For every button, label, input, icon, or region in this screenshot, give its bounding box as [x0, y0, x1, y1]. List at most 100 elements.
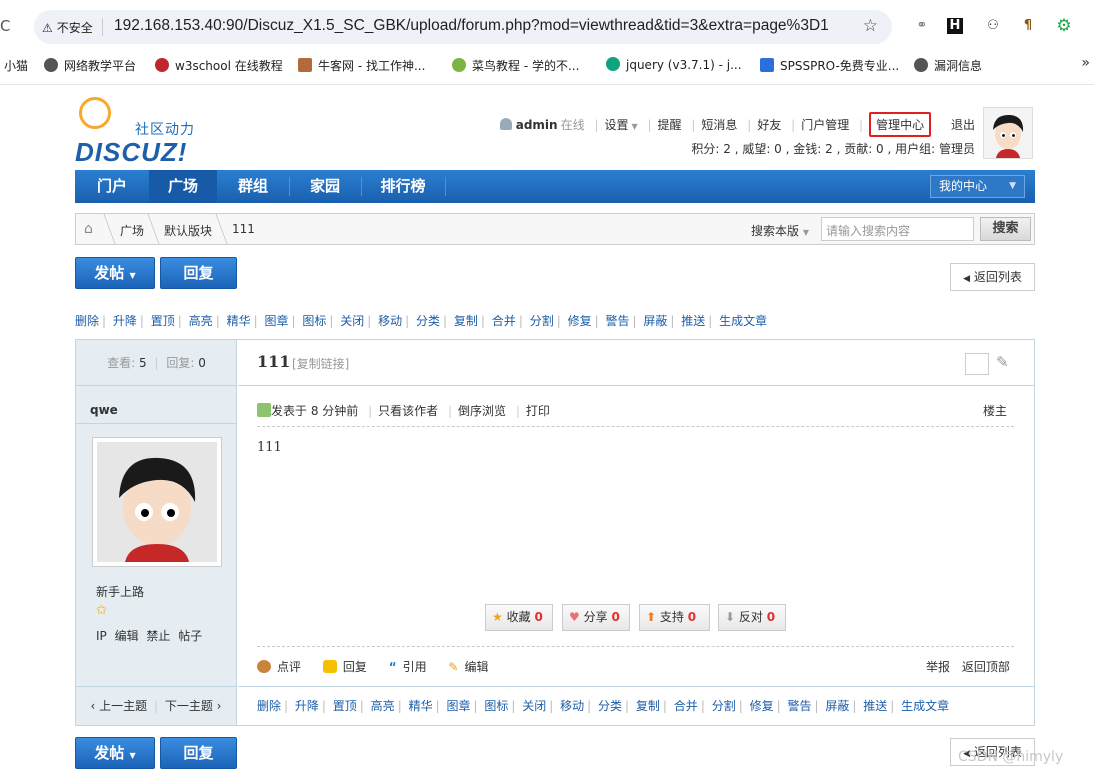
- mod-split[interactable]: 分割: [712, 699, 736, 713]
- only-author-link[interactable]: 只看该作者: [378, 404, 438, 418]
- insecure-indicator[interactable]: ⚠ 不安全: [42, 19, 93, 36]
- support-button[interactable]: ⬆ 支持 0: [639, 604, 710, 631]
- print-link[interactable]: 打印: [526, 404, 550, 418]
- search-input[interactable]: 请输入搜索内容: [821, 217, 974, 241]
- nav-square[interactable]: 广场: [149, 170, 217, 203]
- mod-stamp[interactable]: 图章: [446, 699, 470, 713]
- mod-move[interactable]: 移动: [560, 699, 584, 713]
- mod-category[interactable]: 分类: [416, 314, 440, 328]
- extension-icon[interactable]: ⚭: [912, 16, 932, 36]
- bookmark-item[interactable]: w3school 在线教程: [155, 57, 283, 74]
- bookmark-item[interactable]: 小猫: [4, 57, 28, 74]
- nav-home[interactable]: 家园: [289, 170, 361, 203]
- quote-button[interactable]: “引用: [389, 658, 427, 675]
- back-to-list-button[interactable]: ◀ 返回列表: [950, 263, 1035, 291]
- mod-move[interactable]: 移动: [378, 314, 402, 328]
- bookmark-star-icon[interactable]: ☆: [863, 16, 878, 36]
- report-link[interactable]: 举报: [926, 660, 950, 674]
- avatar[interactable]: [983, 107, 1033, 159]
- mod-generate-article[interactable]: 生成文章: [901, 699, 949, 713]
- favorite-button[interactable]: ★ 收藏 0: [485, 604, 553, 631]
- discuz-logo[interactable]: 社区动力 DISCUZ!: [75, 97, 215, 167]
- bookmark-item[interactable]: 牛客网 - 找工作神...: [298, 57, 425, 74]
- notifications-link[interactable]: 提醒: [658, 116, 682, 133]
- mod-ban[interactable]: 屏蔽: [643, 314, 667, 328]
- mod-stamp[interactable]: 图章: [264, 314, 288, 328]
- admin-center-link[interactable]: 管理中心: [869, 112, 932, 137]
- bookmark-item[interactable]: jquery (v3.7.1) - j...: [606, 57, 742, 72]
- mod-copy[interactable]: 复制: [636, 699, 660, 713]
- thread-tools-checkbox[interactable]: [965, 353, 989, 375]
- floor-label[interactable]: 楼主: [983, 402, 1007, 419]
- my-center-dropdown[interactable]: 我的中心 ▼: [930, 175, 1025, 198]
- comment-button[interactable]: 点评: [257, 658, 301, 675]
- mod-merge[interactable]: 合并: [492, 314, 516, 328]
- mod-delete[interactable]: 删除: [75, 314, 99, 328]
- reply-button-bottom[interactable]: 回复: [160, 737, 237, 769]
- mod-push[interactable]: 推送: [681, 314, 705, 328]
- author-name[interactable]: qwe: [90, 403, 118, 417]
- oppose-button[interactable]: ⬇ 反对 0: [718, 604, 786, 631]
- new-post-button[interactable]: 发帖 ▼: [75, 257, 155, 289]
- username-link[interactable]: admin: [516, 118, 558, 132]
- share-button[interactable]: ♥ 分享 0: [562, 604, 630, 631]
- mod-delete[interactable]: 删除: [257, 699, 281, 713]
- mod-close[interactable]: 关闭: [522, 699, 546, 713]
- mod-merge[interactable]: 合并: [674, 699, 698, 713]
- extension-gear-icon[interactable]: ⚙: [1054, 16, 1074, 36]
- breadcrumb-square[interactable]: 广场: [120, 222, 144, 239]
- bookmark-item[interactable]: SPSSPRO-免费专业...: [760, 57, 899, 74]
- extension-pilcrow-icon[interactable]: ¶: [1018, 16, 1038, 36]
- friends-link[interactable]: 好友: [757, 116, 781, 133]
- mod-bump[interactable]: 升降: [113, 314, 137, 328]
- reload-icon[interactable]: C: [0, 17, 16, 37]
- extension-h-icon[interactable]: H: [947, 18, 963, 34]
- messages-link[interactable]: 短消息: [701, 116, 737, 133]
- next-topic-link[interactable]: 下一主题 ›: [165, 699, 222, 713]
- mod-highlight[interactable]: 高亮: [189, 314, 213, 328]
- back-to-top-link[interactable]: 返回顶部: [962, 660, 1010, 674]
- mod-digest[interactable]: 精华: [409, 699, 433, 713]
- mod-sticky[interactable]: 置顶: [333, 699, 357, 713]
- logout-link[interactable]: 退出: [951, 116, 975, 133]
- mod-copy[interactable]: 复制: [454, 314, 478, 328]
- mod-warn[interactable]: 警告: [605, 314, 629, 328]
- mod-bump[interactable]: 升降: [295, 699, 319, 713]
- copy-link[interactable]: [复制链接]: [292, 355, 349, 372]
- mod-generate-article[interactable]: 生成文章: [719, 314, 767, 328]
- nav-ranking[interactable]: 排行榜: [361, 170, 445, 203]
- mod-close[interactable]: 关闭: [340, 314, 364, 328]
- more-bookmarks-icon[interactable]: »: [1081, 55, 1090, 71]
- nav-portal[interactable]: 门户: [75, 170, 149, 203]
- edit-button[interactable]: ✎ 编辑: [448, 658, 488, 675]
- mod-highlight[interactable]: 高亮: [371, 699, 395, 713]
- url-text[interactable]: 192.168.153.40:90/Discuz_X1.5_SC_GBK/upl…: [114, 17, 829, 35]
- breadcrumb-forum[interactable]: 默认版块: [164, 222, 212, 239]
- mod-sticky[interactable]: 置顶: [151, 314, 175, 328]
- bookmark-item[interactable]: 网络教学平台: [44, 57, 136, 74]
- mod-split[interactable]: 分割: [530, 314, 554, 328]
- new-post-button-bottom[interactable]: 发帖 ▼: [75, 737, 155, 769]
- mod-icon[interactable]: 图标: [302, 314, 326, 328]
- bookmark-item[interactable]: 漏洞信息: [914, 57, 982, 74]
- mod-ban[interactable]: 屏蔽: [825, 699, 849, 713]
- mod-icon[interactable]: 图标: [484, 699, 508, 713]
- url-box[interactable]: ⚠ 不安全 192.168.153.40:90/Discuz_X1.5_SC_GB…: [34, 10, 892, 44]
- search-scope-dropdown[interactable]: 搜索本版 ▼: [751, 222, 809, 239]
- mod-warn[interactable]: 警告: [787, 699, 811, 713]
- author-avatar[interactable]: [92, 437, 222, 567]
- bookmark-item[interactable]: 菜鸟教程 - 学的不...: [452, 57, 579, 74]
- mod-repair[interactable]: 修复: [750, 699, 774, 713]
- reverse-order-link[interactable]: 倒序浏览: [458, 404, 506, 418]
- prev-topic-link[interactable]: ‹ 上一主题: [91, 699, 148, 713]
- portal-admin-link[interactable]: 门户管理: [801, 116, 849, 133]
- mod-repair[interactable]: 修复: [568, 314, 592, 328]
- settings-link[interactable]: 设置: [604, 116, 628, 133]
- pen-icon[interactable]: ✎: [996, 353, 1009, 371]
- mod-digest[interactable]: 精华: [227, 314, 251, 328]
- nav-groups[interactable]: 群组: [217, 170, 289, 203]
- user-admin-actions[interactable]: IP 编辑 禁止 帖子: [96, 627, 202, 644]
- mod-push[interactable]: 推送: [863, 699, 887, 713]
- reply-post-button[interactable]: 回复: [322, 658, 367, 675]
- mod-category[interactable]: 分类: [598, 699, 622, 713]
